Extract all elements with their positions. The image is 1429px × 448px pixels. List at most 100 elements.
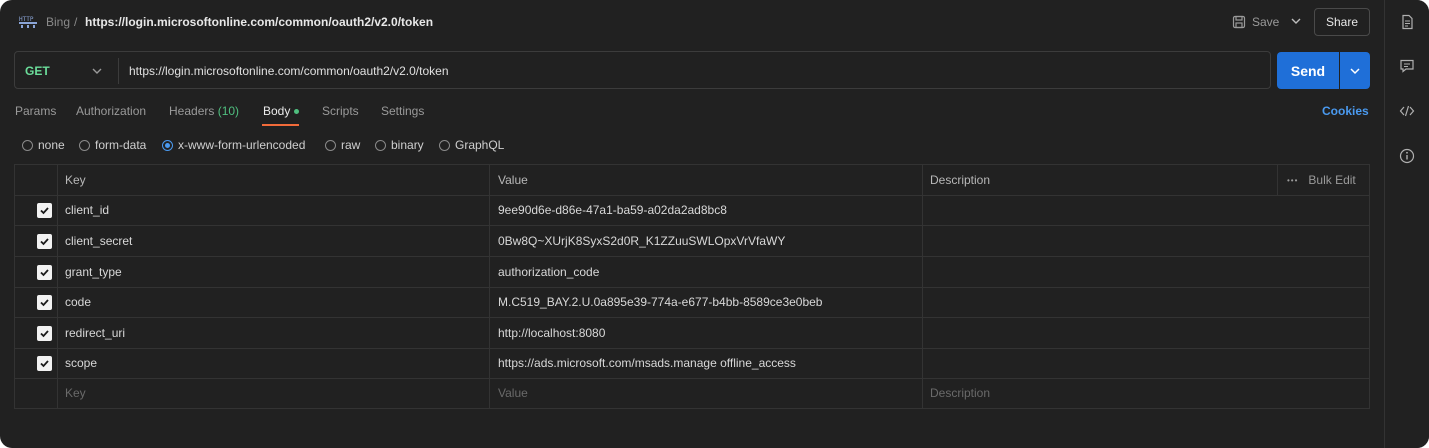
body-type-none[interactable]: none [22, 138, 65, 152]
send-button[interactable]: Send [1277, 52, 1339, 89]
table-row: redirect_uri http://localhost:8080 [15, 318, 1369, 349]
bulk-edit-button[interactable]: Bulk Edit [1308, 173, 1355, 187]
row-value[interactable]: M.C519_BAY.2.U.0a895e39-774a-e677-b4bb-8… [498, 287, 822, 317]
radio-raw[interactable] [325, 139, 336, 151]
document-icon[interactable] [1398, 13, 1416, 31]
breadcrumb-separator: / [74, 15, 78, 29]
table-row: client_secret 0Bw8Q~XUrjK8SyxS2d0R_K1ZZu… [15, 226, 1369, 257]
radio-none[interactable] [22, 139, 33, 151]
code-icon[interactable] [1398, 102, 1416, 120]
active-tab-indicator [262, 124, 299, 126]
more-options-icon[interactable]: ••• [1287, 176, 1298, 185]
tab-scripts[interactable]: Scripts [322, 104, 359, 118]
row-value[interactable]: 0Bw8Q~XUrjK8SyxS2d0R_K1ZZuuSWLOpxVrVfaWY [498, 226, 785, 256]
svg-text:HTTP: HTTP [19, 16, 34, 23]
body-type-graphql[interactable]: GraphQL [439, 138, 504, 152]
chevron-down-icon[interactable] [1289, 14, 1303, 28]
body-type-urlencoded-label: x-www-form-urlencoded [178, 138, 306, 152]
row-key[interactable]: client_id [65, 195, 109, 225]
row-value[interactable]: https://ads.microsoft.com/msads.manage o… [498, 348, 796, 378]
comment-icon[interactable] [1398, 57, 1416, 75]
body-type-graphql-label: GraphQL [455, 138, 505, 152]
request-title[interactable]: https://login.microsoftonline.com/common… [85, 15, 433, 29]
headers-count-badge: (10) [217, 104, 240, 118]
row-key[interactable]: client_secret [65, 226, 132, 256]
tab-authorization[interactable]: Authorization [76, 104, 146, 118]
row-checkbox[interactable] [37, 265, 52, 280]
tab-headers[interactable]: Headers (10) [169, 104, 239, 118]
save-icon [1232, 15, 1246, 29]
body-type-form-data[interactable]: form-data [79, 138, 146, 152]
cookies-link[interactable]: Cookies [1322, 104, 1369, 118]
table-row: scope https://ads.microsoft.com/msads.ma… [15, 348, 1369, 379]
tab-params[interactable]: Params [15, 104, 56, 118]
save-label: Save [1252, 15, 1280, 29]
row-key[interactable]: redirect_uri [65, 318, 125, 348]
row-key[interactable]: grant_type [65, 257, 122, 287]
divider [118, 58, 119, 84]
new-description-input[interactable]: Description [930, 378, 990, 408]
share-button[interactable]: Share [1314, 8, 1370, 36]
bulk-edit-area: ••• Bulk Edit [1287, 165, 1356, 195]
tab-headers-label: Headers [169, 104, 215, 118]
column-header-description: Description [930, 173, 991, 187]
body-type-none-label: none [38, 138, 65, 152]
table-row: code M.C519_BAY.2.U.0a895e39-774a-e677-b… [15, 287, 1369, 318]
save-button[interactable]: Save [1232, 12, 1279, 32]
check-icon [40, 360, 49, 368]
table-row-new: Key Value Description [15, 378, 1369, 409]
body-type-raw-label: raw [341, 138, 361, 152]
column-header-value: Value [498, 173, 528, 187]
check-icon [40, 299, 49, 307]
column-divider [489, 165, 490, 408]
body-type-binary[interactable]: binary [375, 138, 424, 152]
row-value[interactable]: authorization_code [498, 257, 599, 287]
row-checkbox[interactable] [37, 356, 52, 371]
breadcrumb-collection[interactable]: Bing [46, 15, 70, 29]
row-value[interactable]: 9ee90d6e-d86e-47a1-ba59-a02da2ad8bc8 [498, 195, 727, 225]
check-icon [40, 207, 49, 215]
tab-body[interactable]: Body [263, 104, 300, 118]
check-icon [40, 330, 49, 338]
body-type-raw[interactable]: raw [325, 138, 360, 152]
request-pane: HTTP Bing / https://login.microsoftonlin… [0, 0, 1384, 448]
table-row: client_id 9ee90d6e-d86e-47a1-ba59-a02da2… [15, 195, 1369, 226]
chevron-down-icon[interactable] [90, 64, 104, 78]
body-type-urlencoded[interactable]: x-www-form-urlencoded [162, 138, 305, 152]
radio-form-data[interactable] [79, 139, 90, 151]
radio-binary[interactable] [375, 139, 386, 151]
row-key[interactable]: code [65, 287, 91, 317]
radio-graphql[interactable] [439, 139, 450, 151]
method-select[interactable]: GET [25, 64, 50, 78]
column-divider [1277, 165, 1278, 195]
request-header: HTTP Bing / https://login.microsoftonlin… [0, 0, 1384, 44]
column-divider [57, 165, 58, 408]
app-window: HTTP Bing / https://login.microsoftonlin… [0, 0, 1429, 448]
body-type-form-data-label: form-data [95, 138, 147, 152]
body-type-binary-label: binary [391, 138, 424, 152]
row-key[interactable]: scope [65, 348, 97, 378]
row-value[interactable]: http://localhost:8080 [498, 318, 605, 348]
params-table: Key Value Description ••• Bulk Edit clie… [14, 164, 1370, 409]
table-header-row: Key Value Description ••• Bulk Edit [15, 165, 1369, 196]
column-header-key: Key [65, 173, 86, 187]
row-checkbox[interactable] [37, 234, 52, 249]
url-bar: GET [14, 51, 1271, 89]
new-key-input[interactable]: Key [65, 378, 86, 408]
http-icon: HTTP [19, 16, 37, 28]
check-icon [40, 238, 49, 246]
send-options-button[interactable] [1340, 52, 1370, 89]
chevron-down-icon [1350, 67, 1360, 74]
radio-urlencoded[interactable] [162, 139, 173, 151]
url-input[interactable] [129, 61, 1259, 81]
row-checkbox[interactable] [37, 295, 52, 310]
table-row: grant_type authorization_code [15, 257, 1369, 288]
check-icon [40, 269, 49, 277]
new-value-input[interactable]: Value [498, 378, 528, 408]
row-checkbox[interactable] [37, 203, 52, 218]
right-sidebar [1384, 0, 1429, 448]
tab-settings[interactable]: Settings [381, 104, 424, 118]
row-checkbox[interactable] [37, 326, 52, 341]
tab-body-label: Body [263, 104, 291, 118]
info-icon[interactable] [1398, 147, 1416, 165]
